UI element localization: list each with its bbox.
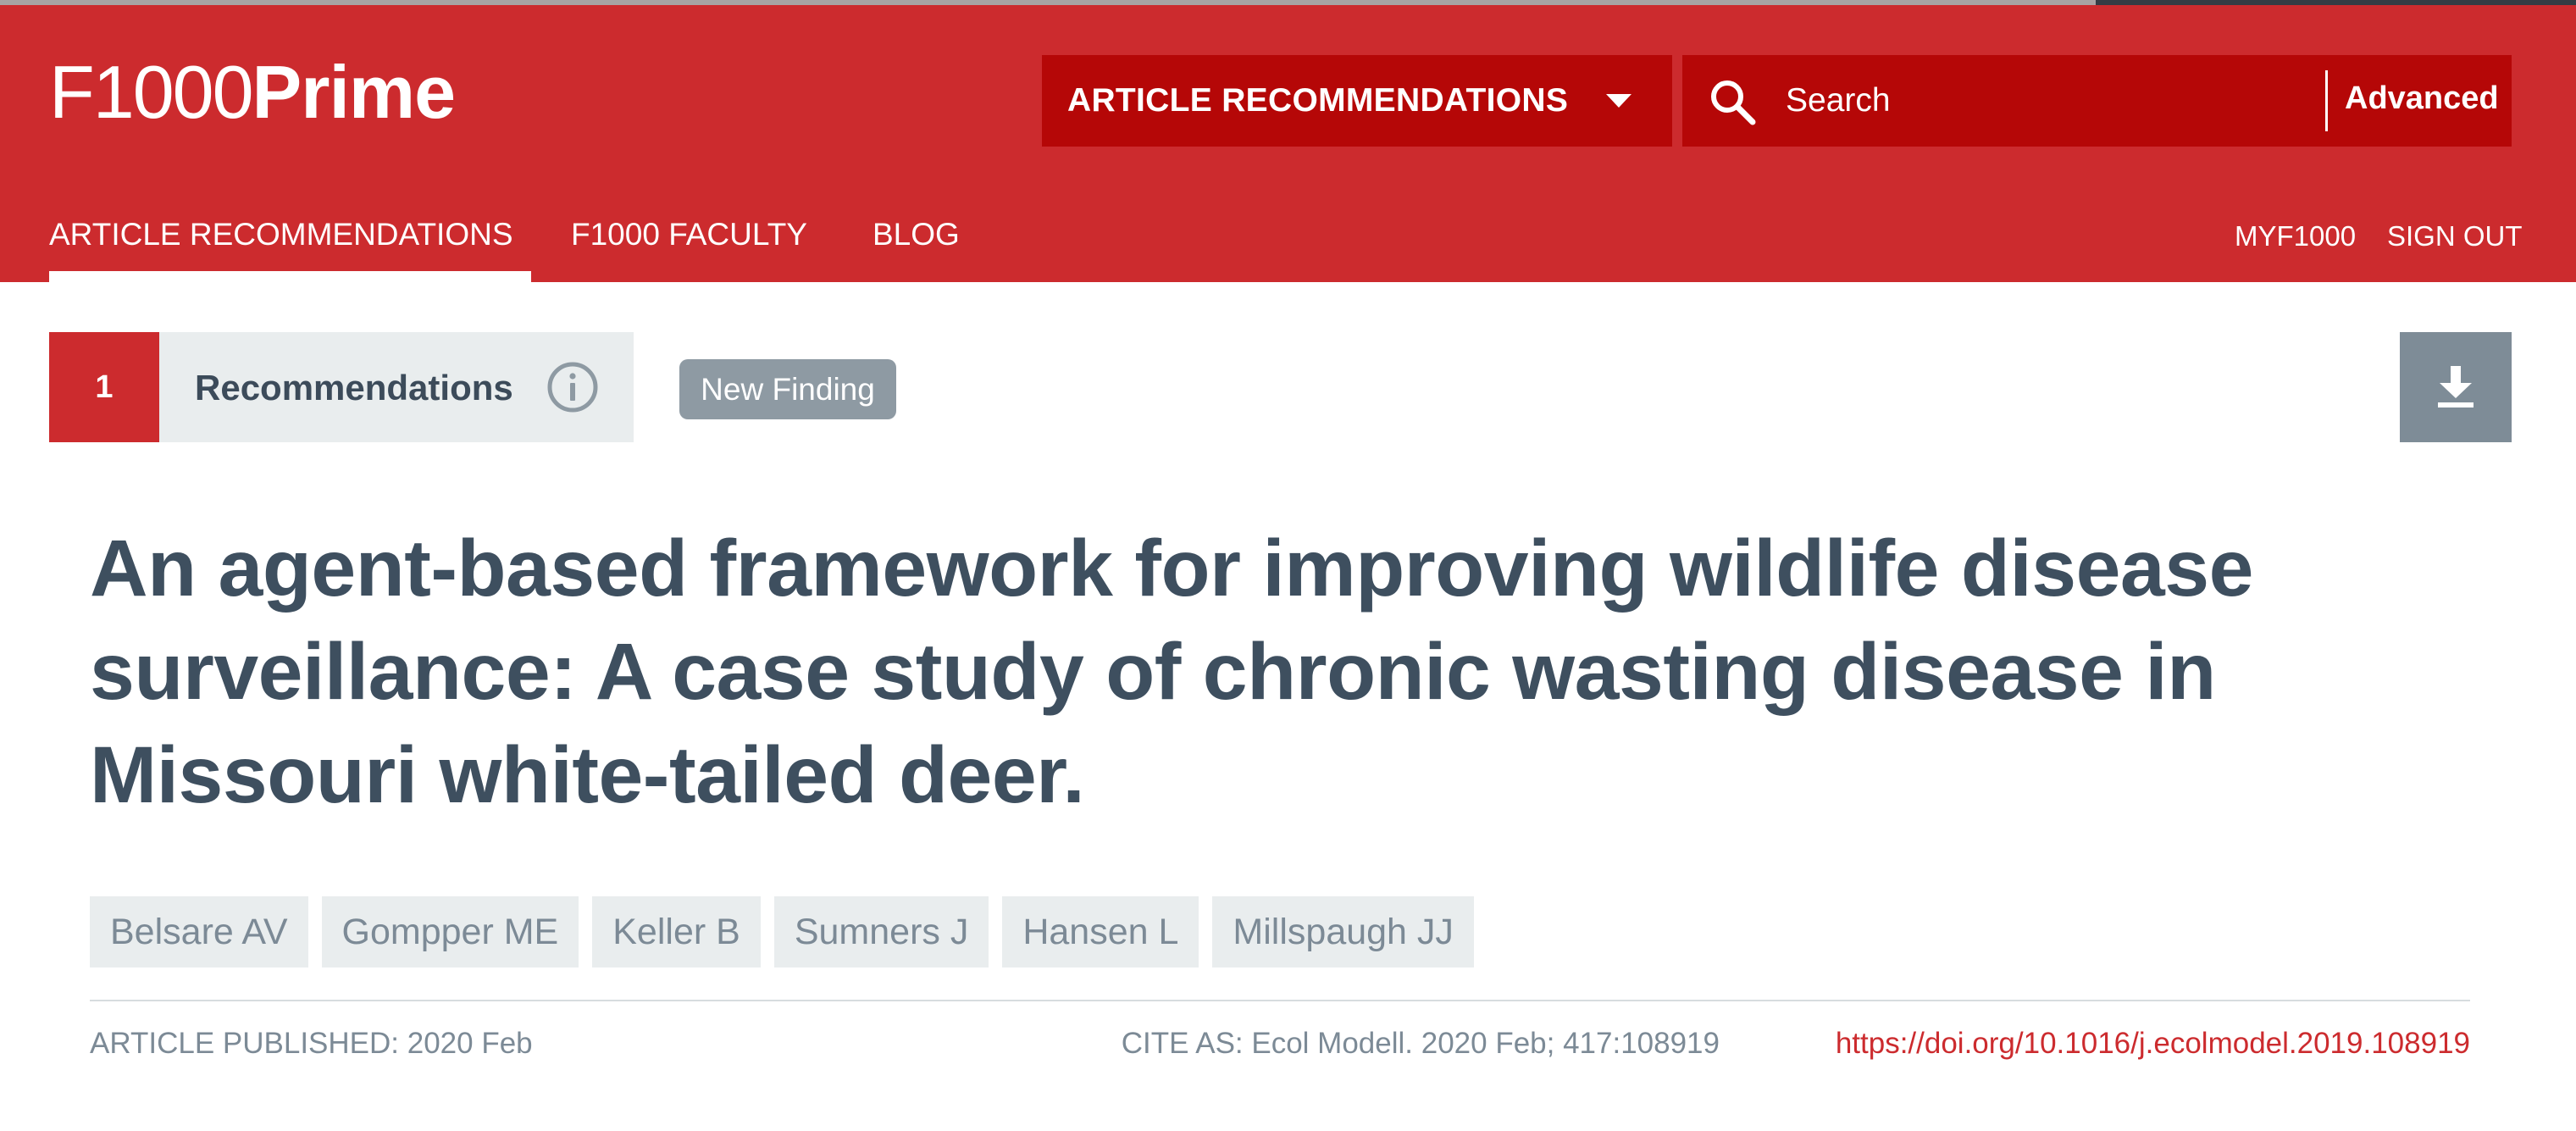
author-chip[interactable]: Millspaugh JJ <box>1212 896 1474 967</box>
nav-sign-out[interactable]: SIGN OUT <box>2387 220 2523 252</box>
author-chip[interactable]: Sumners J <box>773 896 989 967</box>
recommendation-count: 1 <box>49 332 159 442</box>
search-icon[interactable] <box>1708 77 1757 126</box>
nav-active-indicator <box>49 271 531 282</box>
download-button[interactable] <box>2400 332 2512 442</box>
search-bar: Advanced <box>1682 55 2512 147</box>
recommendations-label: Recommendations <box>195 368 513 407</box>
divider <box>90 1000 2470 1001</box>
search-scope-label: ARTICLE RECOMMENDATIONS <box>1067 82 1569 119</box>
doi-link[interactable]: https://doi.org/10.1016/j.ecolmodel.2019… <box>1836 1027 2470 1061</box>
advanced-search-link[interactable]: Advanced <box>2345 80 2499 117</box>
citation-text: CITE AS: Ecol Modell. 2020 Feb; 417:1089… <box>1121 1027 1720 1060</box>
search-scope-dropdown[interactable]: ARTICLE RECOMMENDATIONS <box>1042 55 1672 147</box>
author-chip[interactable]: Hansen L <box>1002 896 1199 967</box>
logo-f1000-text: F1000 <box>49 50 254 134</box>
user-nav: MYF1000 SIGN OUT <box>0 220 2576 263</box>
chevron-down-icon <box>1606 94 1631 108</box>
nav-myf1000[interactable]: MYF1000 <box>2235 220 2356 252</box>
author-chip[interactable]: Keller B <box>592 896 761 967</box>
f1000prime-logo[interactable]: F1000 Prime <box>49 50 457 134</box>
author-list: Belsare AV Gompper ME Keller B Sumners J… <box>90 896 1474 967</box>
logo-prime-text: Prime <box>252 50 457 134</box>
info-icon[interactable] <box>546 360 600 414</box>
new-finding-badge: New Finding <box>679 359 896 419</box>
search-input[interactable] <box>1786 75 2294 126</box>
author-chip[interactable]: Gompper ME <box>321 896 579 967</box>
download-icon <box>2438 366 2474 407</box>
recommendations-panel: 1 Recommendations <box>49 332 634 442</box>
article-title: An agent-based framework for improving w… <box>90 524 2253 820</box>
article-published-date: ARTICLE PUBLISHED: 2020 Feb <box>90 1027 533 1060</box>
author-chip[interactable]: Belsare AV <box>90 896 308 967</box>
search-divider <box>2325 70 2328 131</box>
